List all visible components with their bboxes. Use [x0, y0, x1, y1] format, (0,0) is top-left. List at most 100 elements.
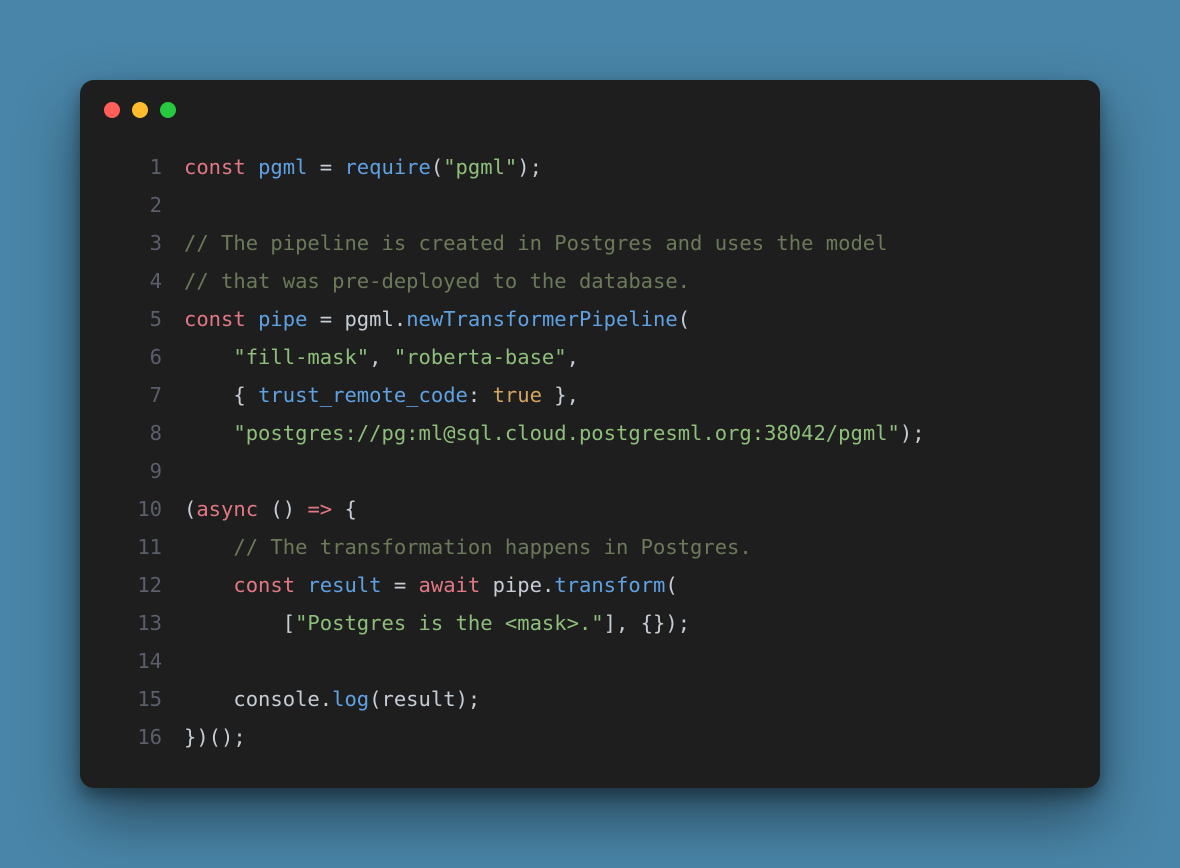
token: await — [419, 573, 481, 597]
code-line[interactable]: 3// The pipeline is created in Postgres … — [108, 224, 1072, 262]
token: result — [307, 573, 381, 597]
titlebar — [80, 80, 1100, 126]
token — [184, 573, 233, 597]
token — [258, 497, 270, 521]
code-content[interactable]: "fill-mask", "roberta-base", — [184, 338, 1072, 376]
token: "fill-mask" — [233, 345, 369, 369]
code-line[interactable]: 7 { trust_remote_code: true }, — [108, 376, 1072, 414]
token: . — [320, 687, 332, 711]
code-window: 1const pgml = require("pgml");2 3// The … — [80, 80, 1100, 788]
token: { — [332, 497, 357, 521]
token — [332, 155, 344, 179]
line-number: 8 — [108, 414, 184, 452]
token: }, — [542, 383, 579, 407]
line-number: 13 — [108, 604, 184, 642]
token: const — [184, 155, 246, 179]
zoom-icon[interactable] — [160, 102, 176, 118]
code-line[interactable]: 10(async () => { — [108, 490, 1072, 528]
token: require — [344, 155, 430, 179]
token: newTransformerPipeline — [406, 307, 678, 331]
code-line[interactable]: 5const pipe = pgml.newTransformerPipelin… — [108, 300, 1072, 338]
token: . — [542, 573, 554, 597]
line-number: 3 — [108, 224, 184, 262]
code-content[interactable]: ["Postgres is the <mask>."], {}); — [184, 604, 1072, 642]
code-line[interactable]: 16})(); — [108, 718, 1072, 756]
token: "postgres://pg:ml@sql.cloud.postgresml.o… — [233, 421, 899, 445]
line-number: 7 — [108, 376, 184, 414]
token: => — [307, 497, 332, 521]
token: const — [233, 573, 295, 597]
code-content[interactable]: "postgres://pg:ml@sql.cloud.postgresml.o… — [184, 414, 1072, 452]
code-line[interactable]: 11 // The transformation happens in Post… — [108, 528, 1072, 566]
code-content[interactable]: })(); — [184, 718, 1072, 756]
code-editor[interactable]: 1const pgml = require("pgml");2 3// The … — [80, 126, 1100, 784]
token: : — [468, 383, 493, 407]
token: , — [369, 345, 394, 369]
code-line[interactable]: 13 ["Postgres is the <mask>."], {}); — [108, 604, 1072, 642]
line-number: 11 — [108, 528, 184, 566]
token: pgml — [258, 155, 307, 179]
token: ( — [369, 687, 381, 711]
code-line[interactable]: 6 "fill-mask", "roberta-base", — [108, 338, 1072, 376]
code-line[interactable]: 9 — [108, 452, 1072, 490]
token: ( — [184, 497, 196, 521]
token — [307, 155, 319, 179]
token: , — [567, 345, 579, 369]
token: // The transformation happens in Postgre… — [233, 535, 751, 559]
token: result — [382, 687, 456, 711]
token — [246, 307, 258, 331]
minimize-icon[interactable] — [132, 102, 148, 118]
token: "roberta-base" — [394, 345, 567, 369]
token: pgml — [344, 307, 393, 331]
code-line[interactable]: 8 "postgres://pg:ml@sql.cloud.postgresml… — [108, 414, 1072, 452]
token — [382, 573, 394, 597]
token: "Postgres is the <mask>." — [295, 611, 604, 635]
code-line[interactable]: 1const pgml = require("pgml"); — [108, 148, 1072, 186]
token — [184, 421, 233, 445]
token: = — [394, 573, 406, 597]
token: trust_remote_code — [258, 383, 468, 407]
token: // The pipeline is created in Postgres a… — [184, 231, 888, 255]
code-line[interactable]: 15 console.log(result); — [108, 680, 1072, 718]
token: })(); — [184, 725, 246, 749]
line-number: 6 — [108, 338, 184, 376]
token: // that was pre-deployed to the database… — [184, 269, 690, 293]
close-icon[interactable] — [104, 102, 120, 118]
token: () — [270, 497, 307, 521]
code-line[interactable]: 2 — [108, 186, 1072, 224]
code-content[interactable]: // The transformation happens in Postgre… — [184, 528, 1072, 566]
line-number: 10 — [108, 490, 184, 528]
line-number: 2 — [108, 186, 184, 224]
token: ); — [517, 155, 542, 179]
code-content[interactable] — [184, 452, 1072, 490]
code-content[interactable]: console.log(result); — [184, 680, 1072, 718]
token — [295, 573, 307, 597]
token: ); — [900, 421, 925, 445]
line-number: 5 — [108, 300, 184, 338]
code-content[interactable]: const pipe = pgml.newTransformerPipeline… — [184, 300, 1072, 338]
line-number: 4 — [108, 262, 184, 300]
code-content[interactable] — [184, 642, 1072, 680]
code-content[interactable]: { trust_remote_code: true }, — [184, 376, 1072, 414]
line-number: 14 — [108, 642, 184, 680]
code-content[interactable]: const pgml = require("pgml"); — [184, 148, 1072, 186]
code-content[interactable] — [184, 186, 1072, 224]
token — [184, 383, 233, 407]
token: { — [233, 383, 258, 407]
code-line[interactable]: 4// that was pre-deployed to the databas… — [108, 262, 1072, 300]
token — [307, 307, 319, 331]
line-number: 15 — [108, 680, 184, 718]
token: true — [493, 383, 542, 407]
code-line[interactable]: 12 const result = await pipe.transform( — [108, 566, 1072, 604]
code-content[interactable]: // that was pre-deployed to the database… — [184, 262, 1072, 300]
code-line[interactable]: 14 — [108, 642, 1072, 680]
token: async — [196, 497, 258, 521]
code-content[interactable]: const result = await pipe.transform( — [184, 566, 1072, 604]
code-content[interactable]: // The pipeline is created in Postgres a… — [184, 224, 1072, 262]
token: "pgml" — [443, 155, 517, 179]
token — [184, 345, 233, 369]
token: ( — [678, 307, 690, 331]
line-number: 16 — [108, 718, 184, 756]
code-content[interactable]: (async () => { — [184, 490, 1072, 528]
token — [184, 687, 233, 711]
